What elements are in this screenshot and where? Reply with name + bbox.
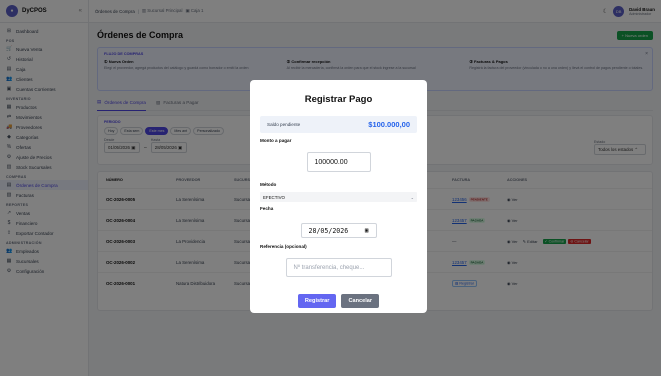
pending-balance-label: Saldo pendiente [267,122,301,127]
method-select[interactable]: EFECTIVO ⌄ [260,192,417,202]
reference-label: Referencia (opcional) [260,244,307,249]
cancel-button[interactable]: Cancelar [341,294,380,308]
register-payment-modal: Registrar Pago Saldo pendiente $100.000,… [250,80,427,313]
method-label: Método [260,182,277,187]
payment-date-value: 28/05/2026 [308,226,349,235]
date-label: Fecha [260,206,274,211]
amount-label: Monto a pagar [260,138,292,143]
pending-balance-value: $100.000,00 [368,120,410,129]
amount-input[interactable]: 100000.00 [306,152,371,172]
chevron-down-icon: ⌄ [410,194,414,200]
register-button[interactable]: Registrar [297,294,337,308]
reference-input[interactable]: Nº transferencia, cheque... [285,258,392,277]
payment-date-input[interactable]: 28/05/2026 ▣ [300,223,377,238]
calendar-icon[interactable]: ▣ [365,227,369,234]
method-value: EFECTIVO [263,194,285,200]
pending-balance: Saldo pendiente $100.000,00 [260,116,417,133]
modal-title: Registrar Pago [304,94,373,105]
